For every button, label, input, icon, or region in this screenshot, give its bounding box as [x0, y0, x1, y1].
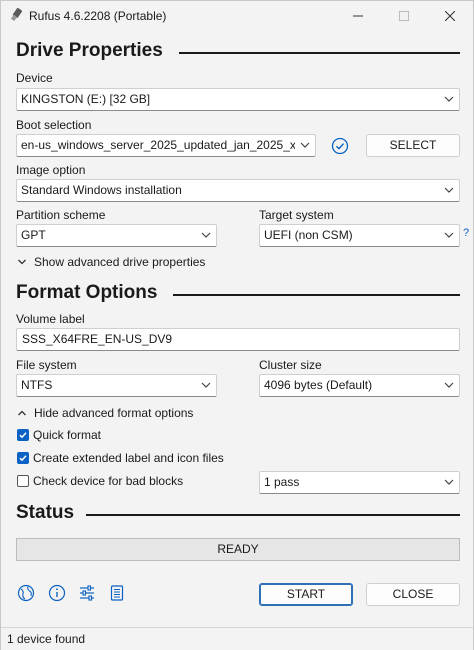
passes-dropdown[interactable]: 1 pass [259, 471, 460, 494]
file-system-value: NTFS [21, 378, 53, 392]
advanced-format-toggle-label: Hide advanced format options [34, 406, 194, 420]
target-system-dropdown[interactable]: UEFI (non CSM) [259, 224, 460, 247]
boot-selection-value: en-us_windows_server_2025_updated_jan_20… [21, 138, 295, 152]
maximize-icon [399, 11, 409, 21]
device-value: KINGSTON (E:) [32 GB] [21, 92, 151, 106]
checkbox-unchecked-icon [17, 475, 29, 487]
minimize-button[interactable] [335, 1, 381, 31]
close-icon [445, 11, 455, 21]
chevron-up-icon [18, 410, 26, 416]
file-system-label: File system [16, 358, 77, 372]
quick-format-checkbox[interactable]: Quick format [17, 428, 101, 442]
format-options-heading: Format Options [16, 282, 158, 303]
chevron-down-icon [444, 479, 454, 485]
select-button[interactable]: SELECT [366, 134, 460, 157]
image-option-label: Image option [16, 163, 86, 177]
chevron-down-icon [444, 96, 454, 102]
volume-label-label: Volume label [16, 312, 85, 326]
section-divider [179, 52, 460, 54]
device-dropdown[interactable]: KINGSTON (E:) [32 GB] [16, 88, 460, 111]
drive-properties-heading: Drive Properties [16, 40, 163, 61]
passes-value: 1 pass [264, 475, 300, 489]
image-option-dropdown[interactable]: Standard Windows installation [16, 179, 460, 202]
close-window-button[interactable] [427, 1, 473, 31]
status-heading: Status [16, 502, 75, 523]
chevron-down-icon [201, 382, 211, 388]
advanced-format-toggle[interactable]: Hide advanced format options [17, 406, 193, 420]
log-icon[interactable] [108, 584, 126, 602]
chevron-down-icon [201, 232, 211, 238]
minimize-icon [353, 15, 363, 17]
bad-blocks-checkbox[interactable]: Check device for bad blocks [17, 474, 183, 488]
quick-format-label: Quick format [33, 428, 102, 442]
partition-scheme-label: Partition scheme [16, 208, 106, 222]
advanced-drive-toggle-label: Show advanced drive properties [34, 255, 206, 269]
volume-label-input[interactable]: SSS_X64FRE_EN-US_DV9 [16, 328, 460, 351]
settings-sliders-icon[interactable] [78, 584, 96, 602]
extended-label-checkbox[interactable]: Create extended label and icon files [17, 451, 224, 465]
cluster-size-label: Cluster size [259, 358, 322, 372]
bad-blocks-label: Check device for bad blocks [33, 474, 184, 488]
checkbox-checked-icon [17, 429, 29, 441]
checksum-icon[interactable] [331, 137, 349, 155]
partition-scheme-dropdown[interactable]: GPT [16, 224, 217, 247]
status-bar: 1 device found [1, 627, 473, 650]
window-title: Rufus 4.6.2208 (Portable) [29, 9, 167, 23]
cluster-size-value: 4096 bytes (Default) [264, 378, 373, 392]
chevron-down-icon [444, 232, 454, 238]
info-icon[interactable] [48, 584, 66, 602]
progress-bar: READY [16, 538, 460, 561]
cluster-size-dropdown[interactable]: 4096 bytes (Default) [259, 374, 460, 397]
help-icon[interactable]: ? [463, 227, 469, 239]
chevron-down-icon [444, 382, 454, 388]
file-system-dropdown[interactable]: NTFS [16, 374, 217, 397]
boot-selection-label: Boot selection [16, 118, 92, 132]
target-system-value: UEFI (non CSM) [264, 228, 353, 242]
chevron-down-icon [300, 142, 310, 148]
usb-drive-icon [10, 7, 23, 22]
chevron-down-icon [18, 259, 26, 265]
extended-label-label: Create extended label and icon files [33, 451, 224, 465]
globe-icon[interactable] [17, 584, 35, 602]
section-divider [173, 294, 460, 296]
checkbox-checked-icon [17, 452, 29, 464]
advanced-drive-toggle[interactable]: Show advanced drive properties [17, 255, 205, 269]
start-button[interactable]: START [259, 583, 353, 606]
rufus-window: Rufus 4.6.2208 (Portable) Drive Properti… [0, 0, 474, 650]
boot-selection-dropdown[interactable]: en-us_windows_server_2025_updated_jan_20… [16, 134, 316, 157]
close-button[interactable]: CLOSE [366, 583, 460, 606]
section-divider [86, 514, 460, 516]
title-bar: Rufus 4.6.2208 (Portable) [1, 1, 473, 31]
target-system-label: Target system [259, 208, 334, 222]
image-option-value: Standard Windows installation [21, 183, 182, 197]
maximize-button [381, 1, 427, 31]
chevron-down-icon [444, 187, 454, 193]
partition-scheme-value: GPT [21, 228, 46, 242]
device-label: Device [16, 71, 53, 85]
